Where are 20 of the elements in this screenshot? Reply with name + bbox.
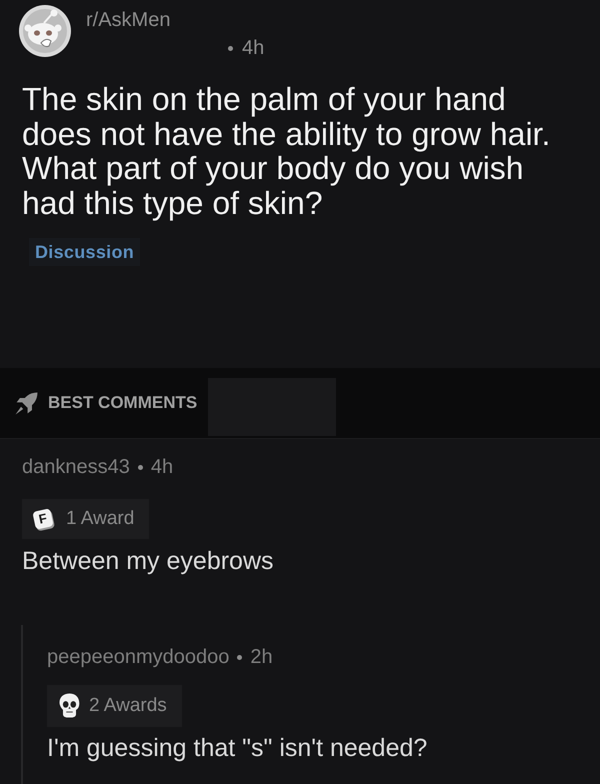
comment-time: 4h (150, 455, 174, 479)
flair-tag[interactable]: Discussion (29, 238, 140, 266)
award-badge[interactable]: F 1 Award (22, 499, 150, 539)
post-time: 4h (242, 36, 264, 60)
subreddit-link[interactable]: r/AskMen (86, 8, 170, 32)
sort-button[interactable]: BEST COMMENTS (15, 392, 198, 414)
rocket-icon (15, 392, 38, 414)
award-badge[interactable]: 2 Awards (47, 685, 182, 727)
comment-text: I'm guessing that "s" isn't needed? (47, 733, 428, 763)
comment-time: 2h (250, 645, 273, 669)
skull-icon (59, 693, 80, 718)
comment-author[interactable]: peepeeonmydoodoo (47, 645, 230, 669)
separator-dot-icon (237, 654, 242, 660)
separator-dot-icon (138, 464, 143, 470)
avatar-icon[interactable] (19, 5, 71, 57)
post-title: The skin on the palm of your hand does not have the ability to grow hair. What part of your body do you wish had this type of skin? (22, 82, 552, 220)
comment-text: Between my eyebrows (22, 546, 275, 576)
separator-dot-icon (228, 46, 233, 50)
keycap-icon: F (32, 508, 54, 530)
comment-author[interactable]: dankness43 (22, 455, 130, 479)
